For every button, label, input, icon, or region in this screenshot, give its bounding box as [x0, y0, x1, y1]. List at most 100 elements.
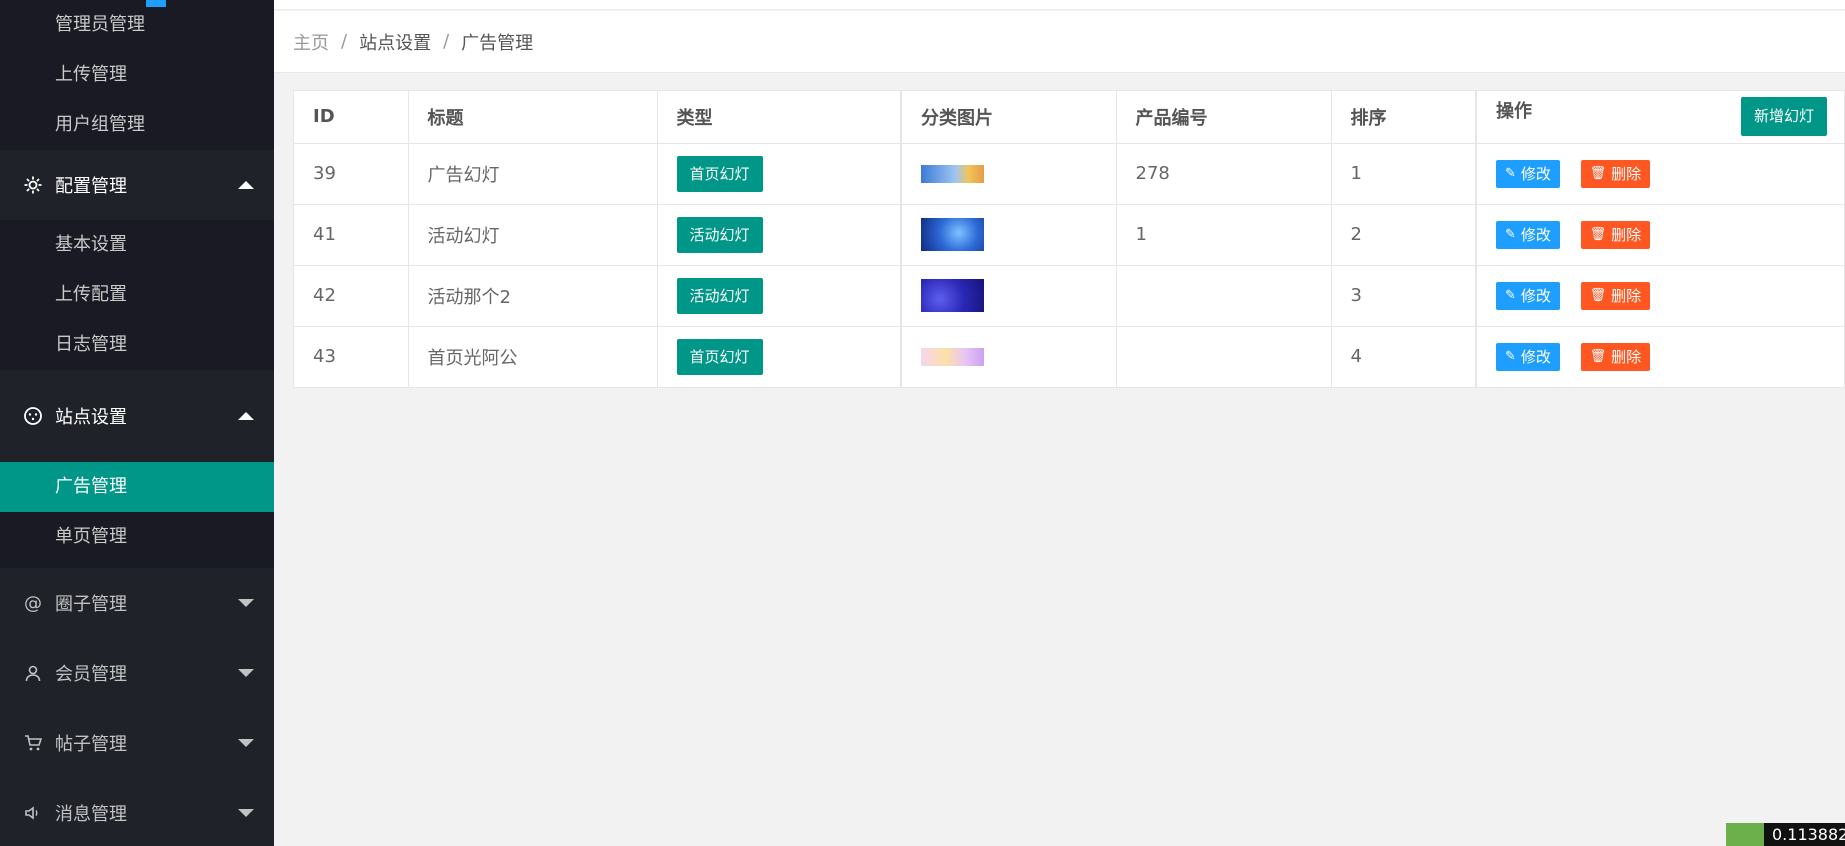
- chevron-up-icon: [238, 181, 254, 189]
- edit-label: 修改: [1520, 287, 1551, 305]
- corner-value-readout: 0.113882: [1764, 823, 1845, 846]
- trash-icon: 🗑: [1589, 166, 1607, 181]
- add-slide-button[interactable]: 新增幻灯: [1740, 97, 1827, 137]
- delete-label: 删除: [1611, 226, 1642, 244]
- breadcrumb-section[interactable]: 站点设置: [359, 29, 431, 55]
- delete-button[interactable]: 🗑 删除: [1580, 342, 1651, 371]
- table-row: 42 活动那个2 活动幻灯 3 ✎ 修改 🗑 删除: [294, 265, 1844, 327]
- sidebar-submenu-admin: 管理员管理 上传管理 用户组管理: [0, 0, 274, 150]
- col-header-image: 分类图片: [900, 91, 1117, 144]
- trash-icon: 🗑: [1589, 288, 1607, 303]
- col-header-sort: 排序: [1331, 91, 1477, 144]
- cell-id: 39: [294, 143, 409, 205]
- cell-type: 首页幻灯: [657, 326, 902, 387]
- sidebar-item-uploadconfig[interactable]: 上传配置: [0, 270, 274, 320]
- thumbnail-image[interactable]: [921, 218, 984, 251]
- cell-product: [1116, 326, 1332, 387]
- sidebar-item-logs[interactable]: 日志管理: [0, 320, 274, 370]
- col-header-type: 类型: [657, 91, 902, 144]
- thumbnail-image[interactable]: [921, 164, 984, 183]
- sidebar-group-label: 帖子管理: [55, 734, 127, 755]
- sidebar-item-basic[interactable]: 基本设置: [0, 220, 274, 270]
- cell-title: 活动那个2: [408, 265, 658, 327]
- cell-actions: ✎ 修改 🗑 删除: [1475, 326, 1844, 387]
- sidebar-group-label: 配置管理: [55, 176, 127, 197]
- edit-button[interactable]: ✎ 修改: [1496, 281, 1560, 310]
- cell-product: 1: [1116, 204, 1332, 266]
- delete-button[interactable]: 🗑 删除: [1580, 281, 1651, 310]
- chevron-up-icon: [238, 412, 254, 420]
- sidebar-group-label: 站点设置: [55, 407, 127, 428]
- user-icon: [22, 662, 44, 684]
- cell-id: 41: [294, 204, 409, 266]
- thumbnail-image[interactable]: [921, 279, 984, 312]
- cell-sort: 3: [1331, 265, 1477, 327]
- pencil-icon: ✎: [1505, 288, 1516, 303]
- cell-product: [1116, 265, 1332, 327]
- col-header-title: 标题: [408, 91, 658, 144]
- breadcrumb-separator: /: [443, 31, 450, 52]
- type-badge: 首页幻灯: [676, 338, 763, 375]
- delete-label: 删除: [1611, 165, 1642, 183]
- col-header-actions-label: 操作: [1496, 101, 1532, 123]
- table-row: 41 活动幻灯 活动幻灯 1 2 ✎ 修改 🗑 删除: [294, 204, 1844, 266]
- sidebar-group-posts[interactable]: 帖子管理: [0, 708, 274, 778]
- pencil-icon: ✎: [1505, 349, 1516, 365]
- type-badge: 活动幻灯: [676, 277, 763, 314]
- cell-sort: 1: [1331, 143, 1477, 205]
- sidebar-item-ads[interactable]: 广告管理: [0, 462, 274, 512]
- speaker-icon: [22, 802, 44, 824]
- thumbnail-image[interactable]: [921, 347, 984, 366]
- breadcrumb: 主页 / 站点设置 / 广告管理: [274, 11, 1845, 73]
- face-icon: [22, 405, 44, 427]
- cell-actions: ✎ 修改 🗑 删除: [1475, 204, 1844, 266]
- type-badge: 首页幻灯: [676, 155, 763, 192]
- edit-button[interactable]: ✎ 修改: [1496, 159, 1560, 188]
- cell-id: 42: [294, 265, 409, 327]
- sidebar: 管理员管理 上传管理 用户组管理 配置管理 基本设置 上传配置 日志管理 站点设…: [0, 0, 274, 846]
- sidebar-item-admin[interactable]: 管理员管理: [0, 0, 274, 50]
- sidebar-group-label: 会员管理: [55, 664, 127, 685]
- breadcrumb-separator: /: [341, 31, 348, 52]
- table-row: 39 广告幻灯 首页幻灯 278 1 ✎ 修改 🗑 删除: [294, 143, 1844, 205]
- delete-label: 删除: [1611, 287, 1642, 305]
- breadcrumb-current: 广告管理: [461, 32, 534, 54]
- chevron-down-icon: [238, 809, 254, 817]
- delete-label: 删除: [1611, 348, 1642, 367]
- chevron-down-icon: [238, 599, 254, 607]
- sidebar-group-site[interactable]: 站点设置: [0, 370, 274, 462]
- cell-title: 活动幻灯: [408, 204, 658, 266]
- edit-button[interactable]: ✎ 修改: [1496, 220, 1560, 249]
- sidebar-top-indicator: [146, 0, 166, 7]
- sidebar-group-config[interactable]: 配置管理: [0, 150, 274, 220]
- corner-logo-icon: [1726, 823, 1764, 846]
- sidebar-group-messages[interactable]: 消息管理: [0, 778, 274, 846]
- trash-icon: 🗑: [1589, 227, 1607, 242]
- delete-button[interactable]: 🗑 删除: [1580, 220, 1651, 249]
- sidebar-item-upload[interactable]: 上传管理: [0, 50, 274, 100]
- edit-button[interactable]: ✎ 修改: [1496, 342, 1560, 371]
- sidebar-group-label: 消息管理: [55, 804, 127, 825]
- sidebar-item-pages[interactable]: 单页管理: [0, 512, 274, 562]
- sidebar-submenu-site: 广告管理 单页管理: [0, 462, 274, 568]
- table-header-row: ID 标题 类型 分类图片 产品编号 排序 操作 新增幻灯: [294, 91, 1844, 144]
- cell-title: 首页光阿公: [408, 326, 658, 387]
- trash-icon: 🗑: [1589, 349, 1607, 365]
- cell-type: 活动幻灯: [657, 265, 902, 327]
- breadcrumb-home[interactable]: 主页: [293, 29, 329, 55]
- cell-type: 活动幻灯: [657, 204, 902, 266]
- cell-image: [900, 265, 1117, 327]
- cell-image: [900, 204, 1117, 266]
- sidebar-group-circle[interactable]: @ 圈子管理: [0, 568, 274, 638]
- edit-label: 修改: [1520, 165, 1551, 183]
- cell-image: [900, 143, 1117, 205]
- gear-icon: [22, 174, 44, 196]
- cell-type: 首页幻灯: [657, 143, 902, 205]
- sidebar-item-usergroup[interactable]: 用户组管理: [0, 100, 274, 150]
- at-icon: @: [24, 592, 42, 614]
- delete-button[interactable]: 🗑 删除: [1580, 159, 1651, 188]
- cart-icon: [22, 732, 44, 754]
- cell-title: 广告幻灯: [408, 143, 658, 205]
- sidebar-group-members[interactable]: 会员管理: [0, 638, 274, 708]
- col-header-id: ID: [294, 91, 409, 144]
